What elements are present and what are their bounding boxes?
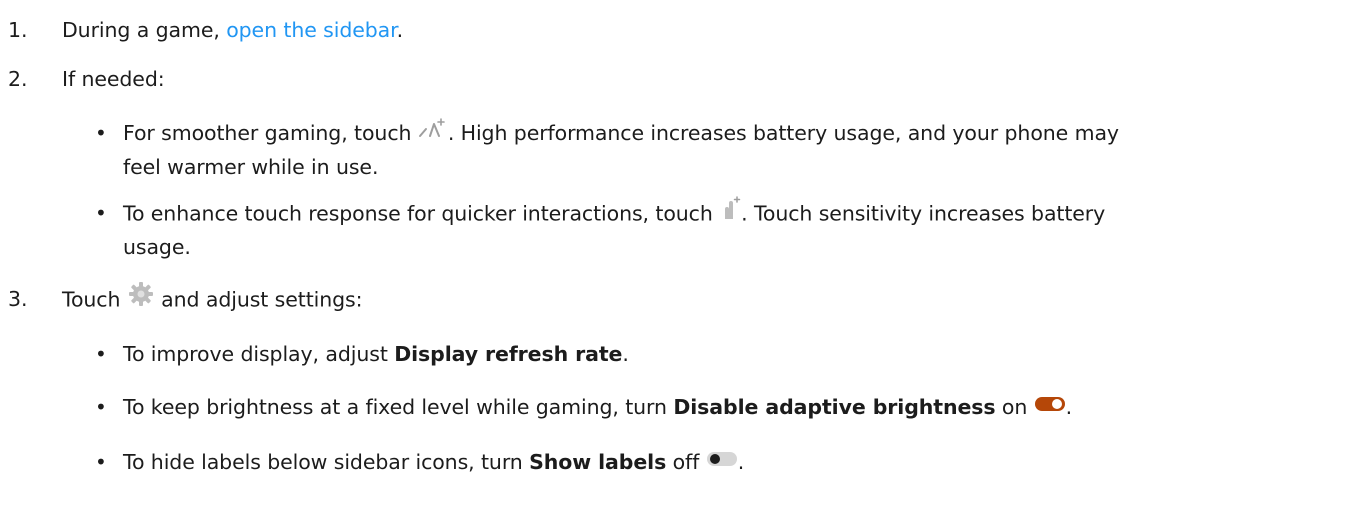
bullet-marker: •	[95, 201, 107, 225]
bullet-text: To hide labels below sidebar icons, turn…	[123, 446, 744, 479]
step-text-suffix: .	[396, 18, 404, 42]
step-3-bullet-3: • To hide labels below sidebar icons, tu…	[0, 446, 1354, 478]
step-2-bullet-1: • For smoother gaming, touch . High perf…	[0, 117, 1354, 149]
bullet-text-after: .	[622, 342, 629, 366]
bullet-text-continuation: feel warmer while in use.	[123, 155, 379, 179]
high-performance-icon	[418, 116, 448, 149]
gear-icon	[127, 281, 155, 316]
step-text: Touch and adjust settings:	[62, 281, 363, 318]
setting-name: Disable adaptive brightness	[673, 395, 996, 419]
step-text: During a game, open the sidebar.	[62, 14, 403, 46]
touch-sensitivity-icon	[719, 195, 741, 230]
step-3-bullet-1: • To improve display, adjust Display ref…	[0, 338, 1354, 370]
bullet-marker: •	[95, 395, 107, 419]
toggle-off-icon	[706, 445, 738, 477]
setting-name: Display refresh rate	[394, 342, 623, 366]
step-number: 3.	[8, 287, 28, 311]
bullet-text-before: For smoother gaming, touch	[123, 121, 418, 145]
bullet-text-before: To enhance touch response for quicker in…	[123, 201, 720, 226]
step-2-bullet-1-continuation: feel warmer while in use.	[0, 151, 1354, 183]
open-sidebar-link[interactable]: open the sidebar	[226, 18, 396, 42]
bullet-text: For smoother gaming, touch . High perfor…	[123, 117, 1119, 151]
setting-name: Show labels	[529, 450, 667, 474]
bullet-text-after: . Touch sensitivity increases battery	[741, 201, 1106, 226]
bullet-text-before: To keep brightness at a fixed level whil…	[123, 395, 674, 419]
bullet-text: To improve display, adjust Display refre…	[123, 338, 629, 370]
step-2-bullet-2: • To enhance touch response for quicker …	[0, 195, 1354, 232]
bullet-marker: •	[95, 342, 107, 366]
step-1: 1. During a game, open the sidebar.	[0, 14, 1354, 46]
step-text-after: and adjust settings:	[154, 287, 363, 312]
step-text-prefix: During a game,	[62, 18, 227, 42]
step-number: 1.	[8, 18, 28, 42]
step-number: 2.	[8, 67, 28, 91]
bullet-text-before: To improve display, adjust	[123, 342, 395, 366]
bullet-text-middle: off	[666, 450, 706, 474]
bullet-marker: •	[95, 121, 107, 145]
bullet-marker: •	[95, 450, 107, 474]
step-text: If needed:	[62, 67, 165, 91]
toggle-on-icon	[1034, 390, 1066, 422]
step-text-before: Touch	[62, 287, 127, 312]
bullet-text: To keep brightness at a fixed level whil…	[123, 391, 1072, 424]
step-3-bullet-2: • To keep brightness at a fixed level wh…	[0, 391, 1354, 423]
bullet-text: To enhance touch response for quicker in…	[123, 195, 1106, 232]
bullet-text-after: . High performance increases battery usa…	[447, 121, 1119, 145]
step-3: 3. Touch and adjust settings:	[0, 281, 1354, 318]
bullet-text-continuation: usage.	[123, 235, 191, 259]
step-2: 2. If needed:	[0, 63, 1354, 95]
bullet-text-middle: on	[995, 395, 1034, 419]
bullet-text-before: To hide labels below sidebar icons, turn	[123, 450, 530, 474]
bullet-text-after: .	[737, 450, 745, 474]
bullet-text-after: .	[1065, 395, 1073, 419]
step-2-bullet-2-continuation: usage.	[0, 231, 1354, 263]
